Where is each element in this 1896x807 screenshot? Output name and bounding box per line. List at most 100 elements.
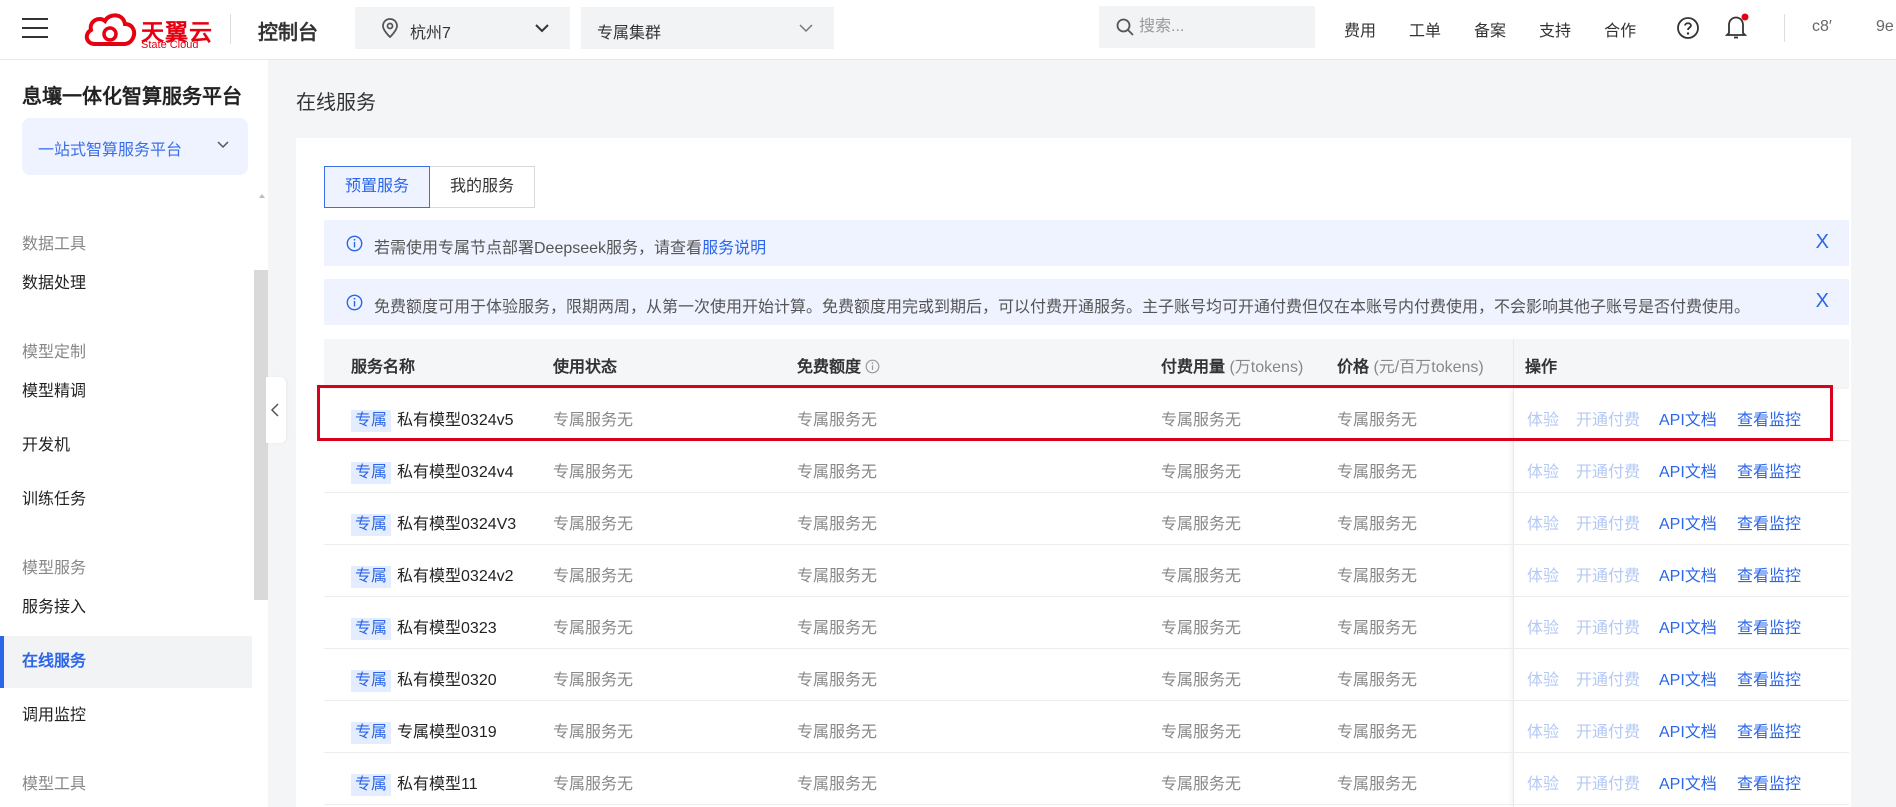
view-monitor-link[interactable]: 查看监控 — [1737, 406, 1801, 430]
platform-value: 一站式智算服务平台 — [38, 142, 183, 159]
region-value: 杭州7 — [410, 25, 451, 42]
enable-payment-button[interactable]: 开通付费 — [1576, 562, 1640, 586]
api-doc-link[interactable]: API文档 — [1659, 406, 1717, 430]
nav-link-partner[interactable]: 合作 — [1604, 17, 1636, 41]
paid-usage-cell: 专属服务无 — [1161, 516, 1242, 533]
tab-my-services[interactable]: 我的服务 — [430, 166, 536, 208]
table-row: 专属 专属模型0319 专属服务无 专属服务无 专属服务无 专属服务无 体验 开通付费 API文… — [324, 701, 1849, 753]
api-doc-link[interactable]: API文档 — [1659, 718, 1717, 742]
try-button[interactable]: 体验 — [1527, 562, 1559, 586]
enable-payment-button[interactable]: 开通付费 — [1576, 666, 1640, 690]
sidebar-item-online-service[interactable]: 在线服务 — [0, 636, 252, 688]
paid-usage-cell: 专属服务无 — [1161, 776, 1242, 793]
paid-usage-cell: 专属服务无 — [1161, 412, 1242, 429]
help-icon[interactable] — [1676, 16, 1700, 40]
console-title[interactable]: 控制台 — [258, 16, 318, 45]
price-cell: 专属服务无 — [1337, 412, 1418, 429]
view-monitor-link[interactable]: 查看监控 — [1737, 562, 1801, 586]
view-monitor-link[interactable]: 查看监控 — [1737, 666, 1801, 690]
try-button[interactable]: 体验 — [1527, 510, 1559, 534]
sidebar-item-service-access[interactable]: 服务接入 — [0, 582, 252, 634]
api-doc-link[interactable]: API文档 — [1659, 562, 1717, 586]
service-name-cell: 专属 私有模型0323 — [351, 614, 497, 640]
chevron-down-icon — [217, 141, 229, 149]
brand-sub: State Cloud — [141, 39, 199, 51]
status-cell: 专属服务无 — [553, 620, 634, 637]
nav-link-filing[interactable]: 备案 — [1474, 17, 1506, 41]
status-cell: 专属服务无 — [553, 724, 634, 741]
sidebar-item-fine-tune[interactable]: 模型精调 — [0, 366, 252, 418]
scroll-up-icon[interactable] — [258, 192, 266, 200]
table-row: 专属 私有模型11 专属服务无 专属服务无 专属服务无 专属服务无 体验 开通付费 API文档查… — [324, 753, 1849, 805]
try-button[interactable]: 体验 — [1527, 718, 1559, 742]
nav-link-support[interactable]: 支持 — [1539, 17, 1571, 41]
status-cell: 专属服务无 — [553, 516, 634, 533]
try-button[interactable]: 体验 — [1527, 406, 1559, 430]
free-quota-cell: 专属服务无 — [797, 620, 878, 637]
view-monitor-link[interactable]: 查看监控 — [1737, 510, 1801, 534]
alert-message: 若需使用专属节点部署Deepseek服务，请查看 — [374, 240, 703, 257]
sidebar-item-train-task[interactable]: 训练任务 — [0, 474, 252, 526]
free-quota-cell: 专属服务无 — [797, 516, 878, 533]
enable-payment-button[interactable]: 开通付费 — [1576, 718, 1640, 742]
service-tabs: 预置服务 我的服务 — [324, 166, 536, 208]
chevron-down-icon — [535, 24, 549, 33]
api-doc-link[interactable]: API文档 — [1659, 666, 1717, 690]
view-monitor-link[interactable]: 查看监控 — [1737, 770, 1801, 794]
nav-link-billing[interactable]: 费用 — [1344, 17, 1376, 41]
enable-payment-button[interactable]: 开通付费 — [1576, 406, 1640, 430]
logo[interactable]: 天翼云 State Cloud — [83, 10, 213, 51]
dedicated-tag: 专属 — [351, 722, 392, 744]
alert-text: 若需使用专属节点部署Deepseek服务，请查看服务说明 — [374, 234, 766, 258]
close-icon[interactable]: X — [1816, 230, 1829, 254]
paid-usage-cell: 专属服务无 — [1161, 672, 1242, 689]
bell-icon[interactable] — [1724, 13, 1750, 41]
table-row: 专属 私有模型0324V3 专属服务无 专属服务无 专属服务无 专属服务无 体验 开通付费 AP… — [324, 493, 1849, 545]
api-doc-link[interactable]: API文档 — [1659, 510, 1717, 534]
api-doc-link[interactable]: API文档 — [1659, 614, 1717, 638]
paid-usage-cell: 专属服务无 — [1161, 568, 1242, 585]
search-box[interactable] — [1099, 6, 1315, 48]
enable-payment-button[interactable]: 开通付费 — [1576, 770, 1640, 794]
service-name-cell: 专属 私有模型0320 — [351, 666, 497, 692]
table-row: 专属 私有模型0324v4 专属服务无 专属服务无 专属服务无 专属服务无 体验 开通付费 AP… — [324, 441, 1849, 493]
try-button[interactable]: 体验 — [1527, 614, 1559, 638]
table-row: 专属 私有模型0323 专属服务无 专属服务无 专属服务无 专属服务无 体验 开通付费 API文… — [324, 597, 1849, 649]
enable-payment-button[interactable]: 开通付费 — [1576, 614, 1640, 638]
view-monitor-link[interactable]: 查看监控 — [1737, 718, 1801, 742]
user-account-2[interactable]: 9e — [1876, 18, 1894, 36]
api-doc-link[interactable]: API文档 — [1659, 770, 1717, 794]
col-price-label: 价格 — [1337, 359, 1370, 376]
close-icon[interactable]: X — [1816, 289, 1829, 313]
status-cell: 专属服务无 — [553, 568, 634, 585]
dedicated-tag: 专属 — [351, 670, 392, 692]
try-button[interactable]: 体验 — [1527, 666, 1559, 690]
region-select[interactable]: 杭州7 — [355, 7, 570, 49]
service-name-cell: 专属 私有模型0324V3 — [351, 510, 516, 536]
sidebar-item-data-process[interactable]: 数据处理 — [0, 258, 252, 310]
try-button[interactable]: 体验 — [1527, 770, 1559, 794]
info-icon[interactable] — [865, 359, 880, 374]
view-monitor-link[interactable]: 查看监控 — [1737, 458, 1801, 482]
table-row: 专属 私有模型0324v2 专属服务无 专属服务无 专属服务无 专属服务无 体验 开通付费 AP… — [324, 545, 1849, 597]
col-paid-usage: 付费用量 (万tokens) — [1161, 353, 1303, 377]
view-monitor-link[interactable]: 查看监控 — [1737, 614, 1801, 638]
menu-icon[interactable] — [22, 18, 48, 40]
service-doc-link[interactable]: 服务说明 — [702, 240, 766, 257]
sidebar-collapse-button[interactable] — [266, 377, 286, 443]
api-doc-link[interactable]: API文档 — [1659, 458, 1717, 482]
enable-payment-button[interactable]: 开通付费 — [1576, 510, 1640, 534]
user-account[interactable]: c8′ — [1812, 18, 1832, 36]
sidebar-item-dev-machine[interactable]: 开发机 — [0, 420, 252, 472]
platform-select[interactable]: 一站式智算服务平台 — [22, 118, 248, 175]
sidebar-item-call-monitor[interactable]: 调用监控 — [0, 690, 252, 742]
service-name-cell: 专属 私有模型0324v4 — [351, 458, 514, 484]
tab-preset-services[interactable]: 预置服务 — [324, 166, 431, 208]
cluster-select[interactable]: 专属集群 — [581, 7, 834, 49]
nav-link-ticket[interactable]: 工单 — [1409, 17, 1441, 41]
service-name: 私有模型0324v2 — [397, 568, 514, 585]
try-button[interactable]: 体验 — [1527, 458, 1559, 482]
search-input[interactable] — [1139, 16, 1299, 38]
price-cell: 专属服务无 — [1337, 568, 1418, 585]
enable-payment-button[interactable]: 开通付费 — [1576, 458, 1640, 482]
